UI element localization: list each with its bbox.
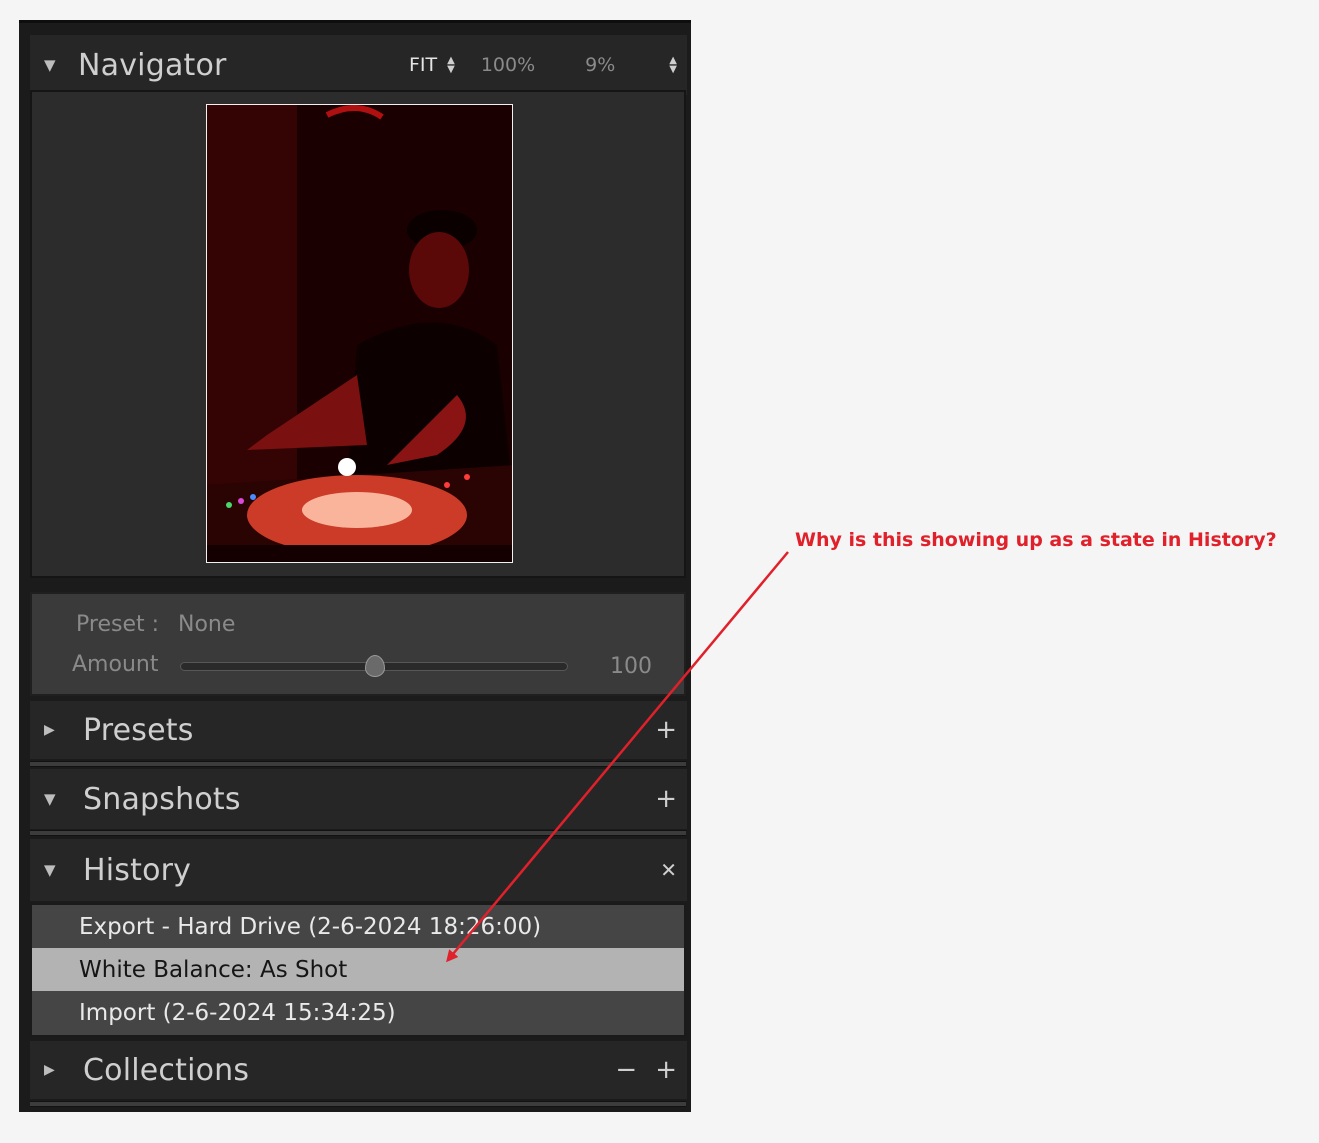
amount-slider[interactable] (180, 655, 568, 677)
zoom-custom-stepper-icon[interactable]: ▲ ▼ (669, 56, 677, 75)
left-panel: ▼ Navigator FIT ▲ ▼ 100% 9% ▲ ▼ Preset:… (19, 20, 691, 1112)
plus-icon[interactable]: + (655, 784, 677, 814)
triangle-down-icon[interactable]: ▼ (30, 790, 58, 808)
quick-preset-box: Preset : None Amount 100 (30, 592, 686, 696)
annotation-text: Why is this showing up as a state in His… (795, 529, 1277, 551)
history-item[interactable]: Import (2-6-2024 15:34:25) (32, 991, 684, 1034)
history-item-selected[interactable]: White Balance: As Shot (32, 948, 684, 991)
amount-slider-thumb[interactable] (365, 655, 385, 677)
triangle-right-icon[interactable]: ▶ (30, 722, 58, 738)
presets-title: Presets (83, 712, 194, 748)
section-divider (30, 830, 686, 836)
plus-icon[interactable]: + (655, 715, 677, 745)
zoom-100-button[interactable]: 100% (481, 54, 535, 76)
history-title: History (83, 852, 192, 888)
history-list: Export - Hard Drive (2-6-2024 18:26:00) … (30, 903, 686, 1037)
navigator-preview[interactable] (30, 90, 686, 578)
triangle-down-icon[interactable]: ▼ (30, 56, 58, 74)
zoom-fit-stepper-icon[interactable]: ▲ ▼ (447, 56, 455, 75)
plus-icon[interactable]: + (655, 1055, 677, 1085)
amount-value: 100 (610, 654, 652, 679)
navigator-header[interactable]: ▼ Navigator FIT ▲ ▼ 100% 9% ▲ ▼ (30, 35, 687, 95)
history-item[interactable]: Export - Hard Drive (2-6-2024 18:26:00) (32, 905, 684, 948)
photo-thumbnail[interactable] (206, 104, 513, 563)
section-divider (30, 761, 686, 767)
history-header[interactable]: ▼ History ✕ (30, 839, 687, 901)
snapshots-title: Snapshots (83, 781, 241, 817)
amount-label: Amount (72, 652, 159, 677)
triangle-right-icon[interactable]: ▶ (30, 1062, 58, 1078)
preset-label: Preset : (76, 612, 160, 637)
preset-row[interactable]: Preset : None (76, 612, 247, 637)
collections-title: Collections (83, 1052, 250, 1088)
zoom-custom-button[interactable]: 9% (585, 54, 615, 76)
minus-icon[interactable]: − (615, 1055, 637, 1085)
dj-photo-illustration (207, 105, 512, 562)
snapshots-header[interactable]: ▼ Snapshots + (30, 769, 687, 829)
preset-value[interactable]: None (178, 612, 235, 637)
close-icon[interactable]: ✕ (660, 858, 677, 882)
triangle-down-icon[interactable]: ▼ (30, 861, 58, 879)
collections-header[interactable]: ▶ Collections − + (30, 1041, 687, 1099)
zoom-fit-button[interactable]: FIT (409, 54, 437, 76)
navigator-title: Navigator (78, 47, 227, 83)
section-divider (30, 1101, 686, 1107)
zoom-controls: FIT ▲ ▼ 100% 9% ▲ ▼ (409, 54, 677, 76)
presets-header[interactable]: ▶ Presets + (30, 701, 687, 759)
